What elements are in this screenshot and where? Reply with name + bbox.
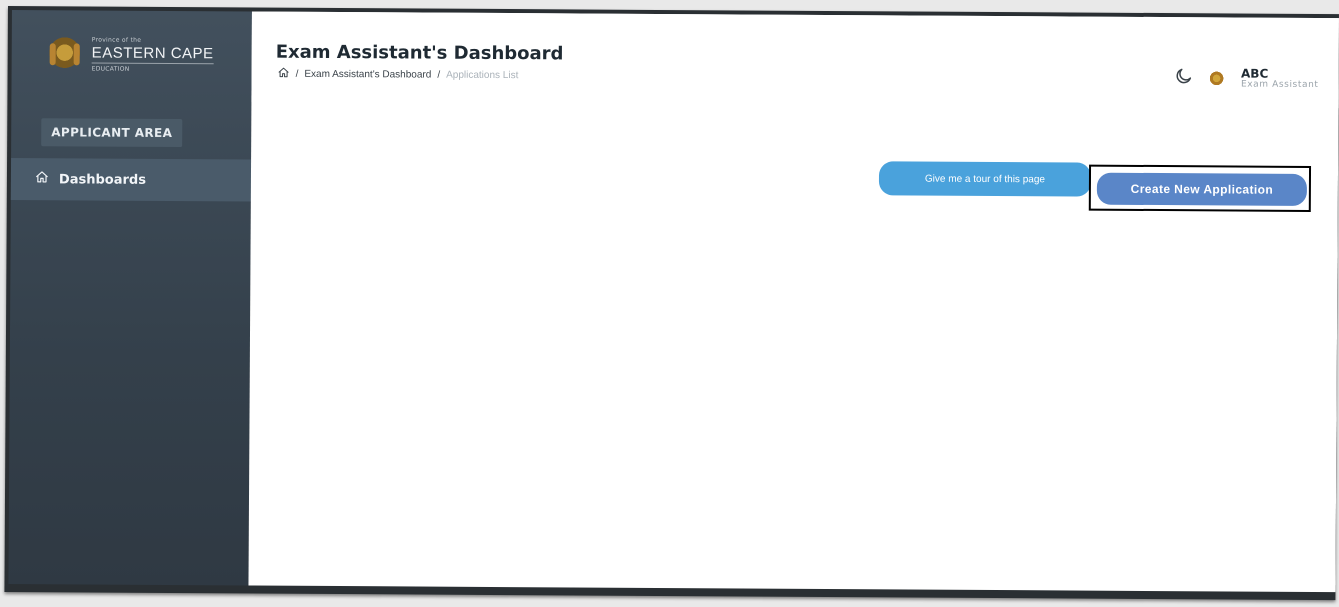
user-info[interactable]: ABC Exam Assistant — [1240, 67, 1319, 91]
brand-top-text: Province of the — [91, 36, 142, 44]
header-user-area: ABC Exam Assistant — [1175, 67, 1319, 90]
page-title: Exam Assistant's Dashboard — [275, 41, 564, 65]
applicant-area-label: APPLICANT AREA — [41, 118, 183, 148]
brand-text: Province of the EASTERN CAPE EDUCATION — [91, 36, 214, 73]
brand-logo[interactable]: Province of the EASTERN CAPE EDUCATION — [47, 34, 214, 75]
screenshot-frame: Province of the EASTERN CAPE EDUCATION A… — [4, 6, 1339, 601]
coat-of-arms-icon — [47, 37, 82, 72]
breadcrumb-item-dashboard[interactable]: Exam Assistant's Dashboard — [304, 69, 431, 81]
page-header: Exam Assistant's Dashboard / Exam Assist… — [251, 11, 1339, 109]
breadcrumb: / Exam Assistant's Dashboard / Applicati… — [278, 67, 519, 83]
brand-main-text: EASTERN CAPE — [91, 44, 214, 64]
sidebar: Province of the EASTERN CAPE EDUCATION A… — [8, 10, 252, 586]
brand-sub-text: EDUCATION — [91, 65, 130, 73]
breadcrumb-item-applications-list: Applications List — [446, 69, 519, 82]
sidebar-item-label: Dashboards — [58, 171, 147, 188]
create-new-application-button[interactable]: Create New Application — [1096, 172, 1307, 206]
breadcrumb-home-icon[interactable] — [278, 67, 290, 82]
user-role: Exam Assistant — [1240, 79, 1319, 90]
sidebar-item-dashboards[interactable]: Dashboards — [10, 158, 252, 202]
main-content: Exam Assistant's Dashboard / Exam Assist… — [248, 11, 1339, 593]
tour-button[interactable]: Give me a tour of this page — [878, 161, 1092, 197]
breadcrumb-separator: / — [437, 69, 441, 81]
home-icon — [35, 170, 49, 188]
moon-icon[interactable] — [1175, 67, 1193, 89]
breadcrumb-separator: / — [295, 68, 299, 80]
coat-of-arms-badge-icon — [1206, 71, 1228, 86]
